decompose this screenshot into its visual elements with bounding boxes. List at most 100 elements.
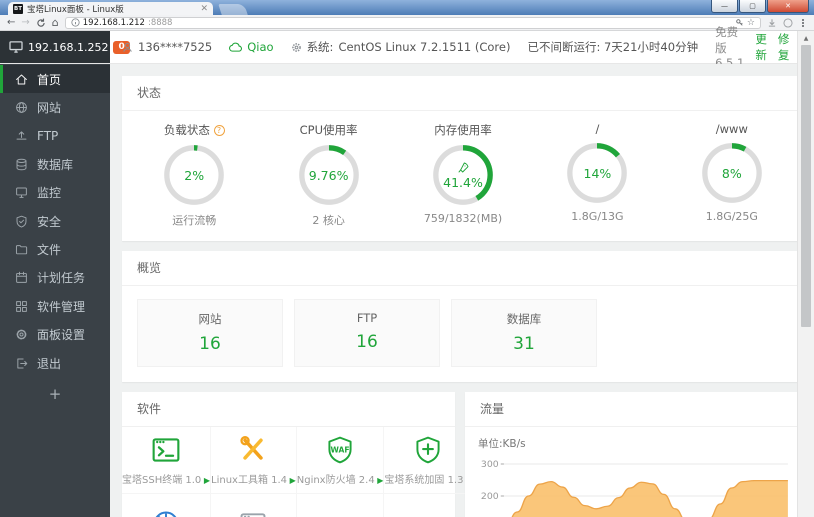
sidebar-item-label: 退出 <box>37 356 62 371</box>
software-item[interactable]: WAF Nginx防火墙 2.4 ▶ <box>296 427 385 494</box>
folder-icon <box>15 243 28 256</box>
waf-shield-icon: WAF <box>325 435 355 465</box>
help-icon[interactable]: ? <box>213 125 225 136</box>
sidebar-item-安全[interactable]: 安全 <box>0 207 110 235</box>
sidebar: 首页网站 FTP 数据库 监控 安全文件计划任务软件管理面板设置退出 + <box>0 64 110 517</box>
gauge-sub-label: 2 核心 <box>312 214 345 227</box>
shield-plus-icon <box>413 435 443 465</box>
overview-panel: 概览 网站 16 FTP 16 数据库 31 <box>122 251 804 382</box>
gauge-sub-label: 1.8G/25G <box>705 210 758 223</box>
window-maximize-button[interactable]: ▢ <box>739 0 766 13</box>
sidebar-item-label: 网站 <box>37 101 62 116</box>
rocket-icon <box>457 161 470 174</box>
svg-text:300: 300 <box>481 459 499 470</box>
gauge-title: 负载状态 ? <box>127 122 261 138</box>
status-panel-title: 状态 <box>122 76 804 111</box>
donut-chart: 14% <box>565 141 629 205</box>
repair-link[interactable]: 修复 <box>778 31 790 63</box>
sidebar-item-计划任务[interactable]: 计划任务 <box>0 264 110 292</box>
sidebar-item-label: 文件 <box>37 243 62 258</box>
logged-user[interactable]: Qiao <box>229 40 274 54</box>
gauge-value: 2% <box>184 167 205 183</box>
sidebar-item-label: 面板设置 <box>37 328 86 343</box>
user-icon <box>122 42 133 53</box>
uptime: 已不间断运行: 7天21小时40分钟 <box>527 40 699 54</box>
traffic-chart: 300200100 <box>481 459 788 517</box>
server-ip: 192.168.1.252 <box>28 40 109 54</box>
gauge-sub-label: 运行流畅 <box>172 214 217 227</box>
gauge-blue-icon <box>151 509 181 517</box>
update-link[interactable]: 更新 <box>755 31 767 63</box>
play-arrow-icon: ▶ <box>374 475 384 485</box>
gauge-value: 41.4% <box>443 174 483 190</box>
gear-icon-header <box>291 42 302 53</box>
sidebar-item-label: 软件管理 <box>37 299 86 314</box>
sidebar-item-面板设置[interactable]: 面板设置 <box>0 321 110 349</box>
home-icon-browser[interactable]: ⌂ <box>52 17 59 28</box>
info-icon[interactable] <box>71 18 80 27</box>
software-item[interactable]: 宝塔系统加固 1.3 ▶ <box>384 427 473 494</box>
bound-phone[interactable]: 136****7525 <box>122 40 212 54</box>
gauge-value: 9.76% <box>308 167 349 183</box>
gauge-CPU使用率: CPU使用率 9.76% 2 核心 <box>261 122 395 228</box>
sidebar-item-软件管理[interactable]: 软件管理 <box>0 292 110 320</box>
sidebar-item-网站[interactable]: 网站 <box>0 93 110 121</box>
gauge-title: / <box>595 122 600 136</box>
tab-close-icon[interactable]: ✕ <box>200 4 208 14</box>
back-icon[interactable]: ← <box>7 17 15 28</box>
panel-header: 192.168.1.252 0 136****7525 Qiao 系统: Cen… <box>0 25 814 70</box>
page-scrollbar[interactable]: ▲ <box>797 31 814 517</box>
scrollbar-thumb[interactable] <box>801 45 811 327</box>
new-tab-button[interactable] <box>218 4 248 15</box>
home-icon <box>15 73 28 86</box>
gauge-/: / 14% 1.8G/13G <box>530 122 664 228</box>
calendar-icon <box>15 271 28 284</box>
overview-card-数据库[interactable]: 数据库 31 <box>451 299 597 367</box>
donut-chart: 41.4% <box>431 143 495 207</box>
window-gray-icon <box>238 509 268 517</box>
software-item-label: 宝塔系统加固 1.3 ▶ <box>384 471 472 486</box>
url-bar[interactable]: 192.168.1.212:8888 ☆ <box>64 16 761 29</box>
gauge-value: 8% <box>721 165 742 181</box>
software-item-partial[interactable] <box>211 494 297 517</box>
sidebar-item-监控[interactable]: 监控 <box>0 179 110 207</box>
forward-icon[interactable]: → <box>21 17 29 28</box>
sidebar-item-FTP[interactable]: FTP <box>0 122 110 150</box>
window-minimize-button[interactable]: — <box>711 0 738 13</box>
card-label: FTP <box>356 311 378 325</box>
gauge-内存使用率: 内存使用率 41.4% 759/1832(MB) <box>396 122 530 228</box>
overview-card-FTP[interactable]: FTP 16 <box>294 299 440 367</box>
software-item[interactable]: 宝塔SSH终端 1.0 ▶ <box>122 427 211 494</box>
software-item-partial[interactable] <box>122 494 211 517</box>
server-ip-block[interactable]: 192.168.1.252 0 <box>0 31 130 63</box>
gauge-title: 内存使用率 <box>434 123 492 137</box>
software-item-partial <box>384 494 472 517</box>
sidebar-item-退出[interactable]: 退出 <box>0 349 110 377</box>
logout-icon <box>15 357 28 370</box>
traffic-unit-label: 单位:KB/s <box>478 438 526 450</box>
software-panel-title: 软件 <box>122 392 455 427</box>
window-close-button[interactable]: ✕ <box>767 0 809 13</box>
globe-icon <box>15 101 28 114</box>
tab-title: 宝塔Linux面板 - Linux版 <box>27 4 124 15</box>
gauge-value: 14% <box>583 165 612 181</box>
software-item[interactable]: Linux工具箱 1.4 ▶ <box>211 427 297 494</box>
card-label: 网站 <box>198 312 222 326</box>
gauge-/www: /www 8% 1.8G/25G <box>665 122 799 228</box>
traffic-panel-title: 流量 <box>465 392 804 427</box>
phone-number: 136****7525 <box>138 40 213 54</box>
sidebar-item-home[interactable]: 首页 <box>0 65 110 94</box>
donut-chart: 2% <box>162 143 226 207</box>
browser-tab[interactable]: BT 宝塔Linux面板 - Linux版 ✕ <box>8 2 213 15</box>
gauge-title: CPU使用率 <box>299 123 358 137</box>
scroll-up-arrow-icon[interactable]: ▲ <box>798 31 814 45</box>
sidebar-item-文件[interactable]: 文件 <box>0 235 110 263</box>
overview-card-网站[interactable]: 网站 16 <box>137 299 283 367</box>
sidebar-item-数据库[interactable]: 数据库 <box>0 150 110 178</box>
reload-icon[interactable] <box>36 18 46 28</box>
main-content: 状态 负载状态 ? 2% 运行流畅 CPU使用率 9.76% 2 核心 内存使用率 <box>110 64 814 517</box>
overview-panel-title: 概览 <box>122 251 804 286</box>
tools-orange-icon <box>238 435 268 465</box>
sidebar-add-button[interactable]: + <box>0 385 110 403</box>
card-value: 31 <box>513 334 535 354</box>
